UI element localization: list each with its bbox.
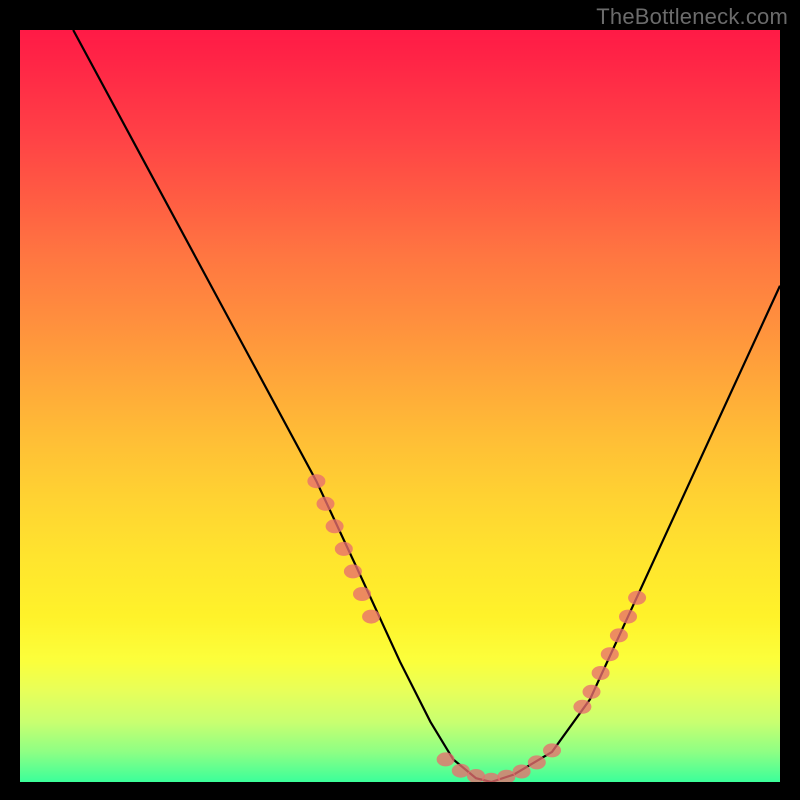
bottleneck-curve bbox=[73, 30, 780, 782]
data-marker bbox=[317, 497, 335, 511]
data-marker bbox=[362, 610, 380, 624]
data-marker bbox=[344, 564, 362, 578]
data-marker bbox=[619, 610, 637, 624]
data-marker bbox=[353, 587, 371, 601]
data-marker bbox=[583, 685, 601, 699]
data-marker bbox=[573, 700, 591, 714]
data-marker bbox=[437, 752, 455, 766]
data-marker bbox=[326, 519, 344, 533]
data-marker bbox=[335, 542, 353, 556]
data-marker bbox=[610, 628, 628, 642]
data-marker bbox=[513, 765, 531, 779]
data-marker bbox=[628, 591, 646, 605]
data-marker bbox=[528, 755, 546, 769]
chart-overlay bbox=[20, 30, 780, 782]
watermark-text: TheBottleneck.com bbox=[596, 4, 788, 30]
data-marker bbox=[543, 743, 561, 757]
marker-cluster-left bbox=[307, 474, 380, 623]
data-marker bbox=[307, 474, 325, 488]
marker-cluster-right bbox=[573, 591, 646, 714]
marker-cluster-bottom bbox=[437, 743, 561, 782]
data-marker bbox=[592, 666, 610, 680]
data-marker bbox=[601, 647, 619, 661]
frame: TheBottleneck.com bbox=[0, 0, 800, 800]
